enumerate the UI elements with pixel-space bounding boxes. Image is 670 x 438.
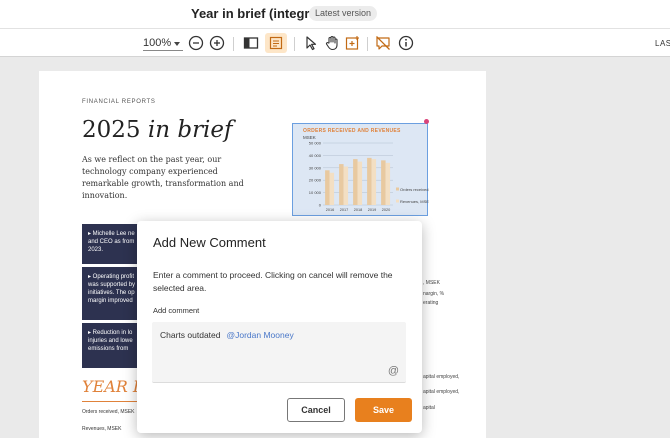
bar <box>353 159 358 205</box>
x-tick-label: 2019 <box>368 208 376 212</box>
bar <box>371 159 377 205</box>
bar <box>343 166 349 205</box>
bar-chart: MSEK 0 10 000 20 000 30 000 40 000 50 000 2016 2… <box>303 135 429 212</box>
side-note: erating <box>423 300 439 306</box>
side-note: apital employed, <box>423 389 460 395</box>
bar <box>329 172 335 205</box>
bullet-box: ▸ Michelle Lee ne and CEO as from 2023. <box>82 224 142 264</box>
y-tick-label: 30 000 <box>309 165 322 170</box>
side-note: apital employed, <box>423 374 460 380</box>
add-comment-area-icon[interactable] <box>345 35 361 51</box>
user-mention[interactable]: @Jordan Mooney <box>226 330 293 340</box>
y-tick-label: 50 000 <box>309 141 322 146</box>
comment-body: Charts outdated <box>160 330 221 340</box>
x-tick-label: 2017 <box>340 208 348 212</box>
toolbar-divider <box>233 37 234 51</box>
dialog-message: Enter a comment to proceed. Clicking on … <box>153 270 393 293</box>
zoom-out-icon[interactable] <box>188 35 204 51</box>
hide-comments-icon[interactable] <box>375 35 391 51</box>
zoom-in-icon[interactable] <box>209 35 225 51</box>
dialog-title: Add New Comment <box>153 235 266 250</box>
bullet-box: ▸ Reduction in lo injuries and lowe emis… <box>82 323 142 368</box>
toolbar-divider <box>367 37 368 51</box>
y-tick-label: 40 000 <box>309 153 322 158</box>
bar <box>339 164 344 205</box>
selected-chart-area[interactable]: ORDERS RECEIVED AND REVENUES MSEK 0 10 000… <box>292 123 429 216</box>
legend-label: Orders received, MSEK <box>400 187 429 192</box>
y-tick-label: 10 000 <box>309 190 322 195</box>
title-bar: Year in brief (integrate) Latest version <box>0 0 670 28</box>
version-badge[interactable]: Latest version <box>309 6 378 21</box>
chevron-down-icon[interactable] <box>174 42 180 46</box>
page-title: 2025 in brief <box>82 117 233 143</box>
comment-text[interactable]: Charts outdated @Jordan Mooney <box>160 330 294 340</box>
legend-swatch <box>396 187 399 191</box>
y-axis-label: MSEK <box>303 135 316 140</box>
hand-pan-icon[interactable] <box>324 35 340 51</box>
comment-field-label: Add comment <box>153 306 200 315</box>
title-year: 2025 <box>82 117 141 143</box>
bar <box>325 170 330 205</box>
x-tick-label: 2020 <box>382 208 390 212</box>
bar <box>367 157 372 205</box>
bar <box>381 160 386 205</box>
add-comment-dialog: Add New Comment Enter a comment to proce… <box>137 221 422 433</box>
bullet-box: ▸ Operating profit was supported by init… <box>82 267 142 320</box>
intro-text: As we reflect on the past year, our tech… <box>82 155 244 200</box>
side-note: , MSEK <box>423 280 440 286</box>
title-rest: in brief <box>147 117 233 143</box>
toolbar-divider <box>294 37 295 51</box>
x-tick-label: 2018 <box>354 208 362 212</box>
y-tick-label: 0 <box>319 203 322 208</box>
save-button[interactable]: Save <box>355 398 412 422</box>
bar <box>357 161 363 205</box>
legend-label: Revenues, MSEK <box>400 199 429 204</box>
bar <box>385 162 391 205</box>
table-row: Revenues, MSEK <box>82 426 122 432</box>
x-tick-label: 2016 <box>326 208 334 212</box>
legend-swatch <box>396 199 399 203</box>
pointer-icon[interactable] <box>303 35 319 51</box>
sidebar-toggle-icon[interactable] <box>243 35 259 51</box>
cancel-button[interactable]: Cancel <box>287 398 345 422</box>
section-label: FINANCIAL REPORTS <box>82 99 156 105</box>
heading-rule <box>82 401 142 402</box>
side-note: apital <box>423 405 435 411</box>
side-note: nargin, % <box>423 291 445 297</box>
info-icon[interactable] <box>398 35 414 51</box>
toolbar-cut-label[interactable]: LAS <box>655 39 670 48</box>
selection-handle[interactable] <box>424 119 429 124</box>
comment-input[interactable]: Charts outdated @Jordan Mooney @ <box>152 322 406 383</box>
y-tick-label: 20 000 <box>309 178 322 183</box>
mention-icon[interactable]: @ <box>388 365 399 377</box>
table-row: Orders received, MSEK <box>82 409 135 415</box>
toolbar: 100% LAS <box>0 28 670 57</box>
comments-panel-icon[interactable] <box>265 33 287 53</box>
